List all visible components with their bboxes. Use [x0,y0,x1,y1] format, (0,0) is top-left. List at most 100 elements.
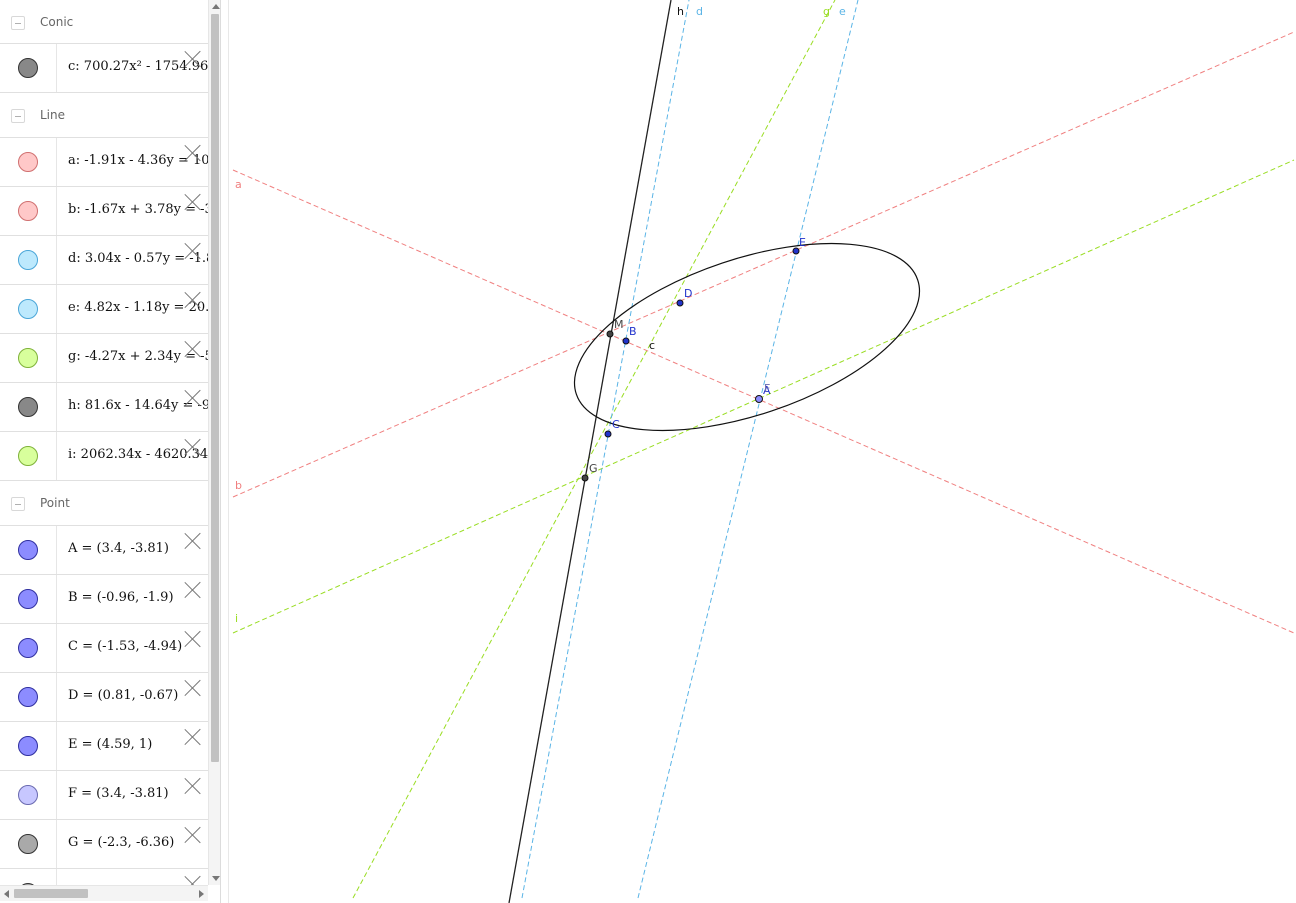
point-M[interactable] [606,330,614,338]
point-G[interactable] [581,474,589,482]
algebra-item-g[interactable]: g: -4.27x + 2.34y = -5. [0,334,208,383]
marble-icon[interactable] [18,397,38,417]
marble-icon[interactable] [18,348,38,368]
marble-icon[interactable] [18,152,38,172]
collapse-icon[interactable] [11,497,25,511]
visibility-toggle[interactable] [0,432,57,480]
algebra-item-e[interactable]: e: 4.82x - 1.18y = 20.9 [0,285,208,334]
graphics-canvas[interactable]: h d g e a b i c M B D E C A F G [229,0,1296,903]
line-b[interactable] [232,31,1295,498]
delete-icon[interactable] [184,144,202,162]
marble-icon[interactable] [18,638,38,658]
delete-icon[interactable] [184,291,202,309]
delete-icon[interactable] [184,875,202,885]
scroll-thumb[interactable] [211,14,219,762]
visibility-toggle[interactable] [0,624,57,672]
line-e[interactable] [637,0,859,899]
label-c: c [649,339,655,352]
delete-icon[interactable] [184,340,202,358]
visibility-toggle[interactable] [0,526,57,574]
marble-icon[interactable] [18,785,38,805]
collapse-icon[interactable] [11,16,25,30]
algebra-item-d[interactable]: d: 3.04x - 0.57y = -1.84 [0,236,208,285]
visibility-toggle[interactable] [0,869,57,885]
visibility-toggle[interactable] [0,44,57,92]
visibility-toggle[interactable] [0,236,57,284]
visibility-toggle[interactable] [0,138,57,186]
visibility-toggle[interactable] [0,285,57,333]
algebra-item-F[interactable]: F = (3.4, -3.81) [0,771,208,820]
delete-icon[interactable] [184,242,202,260]
visibility-toggle[interactable] [0,383,57,431]
marble-icon[interactable] [18,540,38,560]
delete-icon[interactable] [184,728,202,746]
algebra-item-a[interactable]: a: -1.91x - 4.36y = 10.1 [0,138,208,187]
point-A[interactable] [755,395,763,403]
label-i: i [235,612,238,625]
line-a[interactable] [232,169,1295,634]
delete-icon[interactable] [184,679,202,697]
marble-icon[interactable] [18,446,38,466]
label-e: e [839,5,846,18]
label-d: d [696,5,703,18]
marble-icon[interactable] [18,834,38,854]
marble-icon[interactable] [18,250,38,270]
marble-icon[interactable] [18,589,38,609]
graphics-view[interactable]: h d g e a b i c M B D E C A F G [229,0,1296,903]
point-B[interactable] [622,337,630,345]
scroll-right-icon[interactable] [199,890,204,898]
marble-icon[interactable] [18,201,38,221]
label-g: g [823,5,830,18]
algebra-list: Conic c: 700.27x² - 1754.96x y Line a: -… [0,0,208,885]
scroll-up-icon[interactable] [212,4,220,9]
group-label: Conic [40,15,74,29]
scroll-thumb[interactable] [14,889,88,898]
point-C[interactable] [604,430,612,438]
algebra-item-B[interactable]: B = (-0.96, -1.9) [0,575,208,624]
label-F: F [764,382,770,395]
scroll-left-icon[interactable] [4,890,9,898]
delete-icon[interactable] [184,389,202,407]
algebra-item-D[interactable]: D = (0.81, -0.67) [0,673,208,722]
line-h[interactable] [508,0,672,903]
delete-icon[interactable] [184,826,202,844]
group-header-point[interactable]: Point [0,481,208,526]
collapse-icon[interactable] [11,109,25,123]
delete-icon[interactable] [184,50,202,68]
marble-icon[interactable] [18,299,38,319]
scroll-down-icon[interactable] [212,876,220,881]
algebra-item-c[interactable]: c: 700.27x² - 1754.96x y [0,44,208,93]
visibility-toggle[interactable] [0,334,57,382]
delete-icon[interactable] [184,532,202,550]
group-header-conic[interactable]: Conic [0,0,208,44]
visibility-toggle[interactable] [0,187,57,235]
algebra-item-G[interactable]: G = (-2.3, -6.36) [0,820,208,869]
point-D[interactable] [676,299,684,307]
marble-icon[interactable] [18,736,38,756]
algebra-item-h[interactable]: h: 81.6x - 14.64y = -94 [0,383,208,432]
algebra-item-E[interactable]: E = (4.59, 1) [0,722,208,771]
marble-icon[interactable] [18,687,38,707]
algebra-item-b[interactable]: b: -1.67x + 3.78y = -3. [0,187,208,236]
delete-icon[interactable] [184,630,202,648]
group-header-line[interactable]: Line [0,93,208,138]
visibility-toggle[interactable] [0,771,57,819]
algebra-item-H[interactable] [0,869,208,885]
algebra-item-C[interactable]: C = (-1.53, -4.94) [0,624,208,673]
horizontal-scrollbar[interactable] [0,885,208,901]
delete-icon[interactable] [184,777,202,795]
vertical-scrollbar[interactable] [208,0,220,885]
line-g[interactable] [352,0,836,899]
delete-icon[interactable] [184,581,202,599]
algebra-item-A[interactable]: A = (3.4, -3.81) [0,526,208,575]
marble-icon[interactable] [18,58,38,78]
line-d[interactable] [521,0,690,899]
visibility-toggle[interactable] [0,575,57,623]
delete-icon[interactable] [184,193,202,211]
algebra-item-i[interactable]: i: 2062.34x - 4620.34y = [0,432,208,481]
visibility-toggle[interactable] [0,820,57,868]
delete-icon[interactable] [184,438,202,456]
visibility-toggle[interactable] [0,722,57,770]
view-divider[interactable] [221,0,229,903]
visibility-toggle[interactable] [0,673,57,721]
